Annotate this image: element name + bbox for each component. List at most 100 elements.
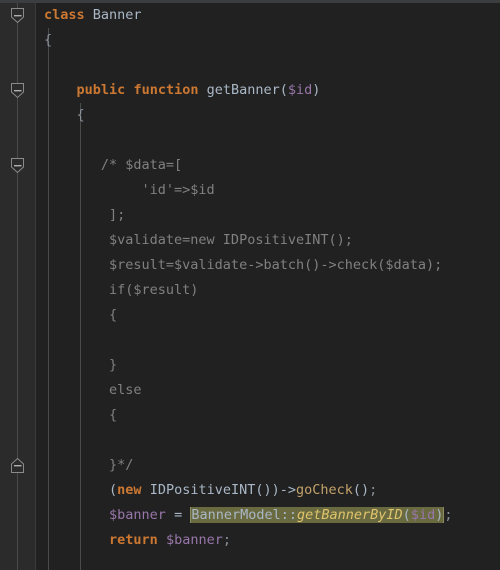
code-token: 'id'=>$id	[44, 182, 215, 198]
fold-minus-icon	[11, 8, 24, 24]
code-line-text: (new IDPositiveINT())->goCheck();	[36, 478, 377, 503]
code-token: $result=$validate->batch()->check($data)…	[44, 257, 443, 273]
code-token: /* $data=[	[44, 157, 183, 173]
code-line[interactable]: $result=$validate->batch()->check($data)…	[36, 253, 500, 278]
code-token: function	[133, 82, 199, 98]
code-token: Banner	[92, 7, 142, 23]
code-line-text: {	[36, 28, 52, 53]
code-token: BannerModel::	[191, 507, 297, 523]
code-line[interactable]: class Banner	[36, 3, 500, 28]
code-line[interactable]	[36, 128, 500, 153]
code-line-text: }	[36, 353, 117, 378]
fold-minus-icon	[11, 158, 24, 174]
editor-gutter[interactable]	[0, 3, 36, 570]
code-line-text: public function getBanner($id)	[36, 78, 321, 103]
code-content-area[interactable]: class Banner{ public function getBanner(…	[36, 3, 500, 570]
fold-toggle-fold-class-banner[interactable]	[9, 7, 26, 24]
code-line[interactable]: 'id'=>$id	[36, 178, 500, 203]
code-line[interactable]: {	[36, 28, 500, 53]
code-token: $banner	[165, 532, 223, 548]
code-editor[interactable]: class Banner{ public function getBanner(…	[0, 0, 500, 570]
code-line[interactable]: else	[36, 378, 500, 403]
code-line[interactable]: {	[36, 403, 500, 428]
code-token: getBannerByID	[297, 507, 403, 523]
code-token: $id	[287, 82, 313, 98]
fold-minus-icon	[11, 83, 24, 99]
code-token: getBanner	[206, 82, 280, 98]
fold-toggle-fold-comment-block-end[interactable]	[9, 457, 26, 474]
code-token: ];	[44, 207, 126, 223]
code-token: $banner	[109, 507, 166, 523]
code-token: )	[435, 507, 444, 523]
code-line[interactable]: if($result)	[36, 278, 500, 303]
code-token: }	[44, 357, 118, 373]
code-token: )	[312, 82, 321, 98]
code-token: {	[44, 307, 118, 323]
code-token: =	[165, 507, 191, 523]
code-token: (	[279, 82, 288, 98]
code-token: public	[76, 82, 126, 98]
fold-minus-icon	[11, 457, 24, 473]
code-token: $id	[410, 507, 436, 523]
code-line[interactable]: {	[36, 303, 500, 328]
code-token: ;	[444, 507, 453, 523]
code-line[interactable]: $validate=new IDPositiveINT();	[36, 228, 500, 253]
fold-toggle-fold-comment-block[interactable]	[9, 157, 26, 174]
code-line[interactable]: (new IDPositiveINT())->goCheck();	[36, 478, 500, 503]
code-line[interactable]	[36, 553, 500, 570]
code-line[interactable]: public function getBanner($id)	[36, 78, 500, 103]
code-token: return	[109, 532, 158, 548]
code-line-text: else	[36, 378, 142, 403]
code-line-text: $result=$validate->batch()->check($data)…	[36, 253, 442, 278]
code-line[interactable]: ];	[36, 203, 500, 228]
code-token: IDPositiveINT())	[141, 482, 280, 498]
code-line-text: {	[36, 303, 117, 328]
code-token: ;	[369, 482, 378, 498]
code-token: new	[117, 482, 142, 498]
fold-toggle-fold-method-getbanner[interactable]	[9, 82, 26, 99]
code-line-text: /* $data=[	[36, 153, 182, 178]
code-line-text: {	[36, 103, 85, 128]
code-line[interactable]	[36, 328, 500, 353]
code-line[interactable]: }*/	[36, 453, 500, 478]
code-token: class	[44, 7, 85, 23]
code-line-text: $banner = BannerModel::getBannerByID($id…	[36, 503, 452, 528]
code-token: goCheck	[296, 482, 353, 498]
code-line[interactable]: $banner = BannerModel::getBannerByID($id…	[36, 503, 500, 528]
code-token: if($result)	[44, 282, 199, 298]
code-line[interactable]	[36, 53, 500, 78]
code-token: $validate=new IDPositiveINT();	[44, 232, 353, 248]
selection-highlight[interactable]: BannerModel::getBannerByID($id)	[190, 507, 445, 523]
code-token: {	[44, 407, 118, 423]
code-line-text: return $banner;	[36, 528, 231, 553]
code-token: ;	[222, 532, 231, 548]
code-token: {	[44, 32, 53, 48]
code-line[interactable]	[36, 428, 500, 453]
code-line-text: $validate=new IDPositiveINT();	[36, 228, 353, 253]
code-line[interactable]: return $banner;	[36, 528, 500, 553]
code-token: }*/	[44, 457, 134, 473]
code-token: {	[76, 107, 85, 123]
code-line[interactable]: /* $data=[	[36, 153, 500, 178]
code-token: ()	[352, 482, 370, 498]
code-line[interactable]: {	[36, 103, 500, 128]
gutter-edge-divider	[35, 3, 36, 570]
code-token: else	[44, 382, 142, 398]
code-line[interactable]: }	[36, 353, 500, 378]
code-token: (	[109, 482, 118, 498]
code-line-text: 'id'=>$id	[36, 178, 215, 203]
code-line-text: {	[36, 403, 117, 428]
code-token: (	[402, 507, 411, 523]
code-line-text: class Banner	[36, 3, 142, 28]
